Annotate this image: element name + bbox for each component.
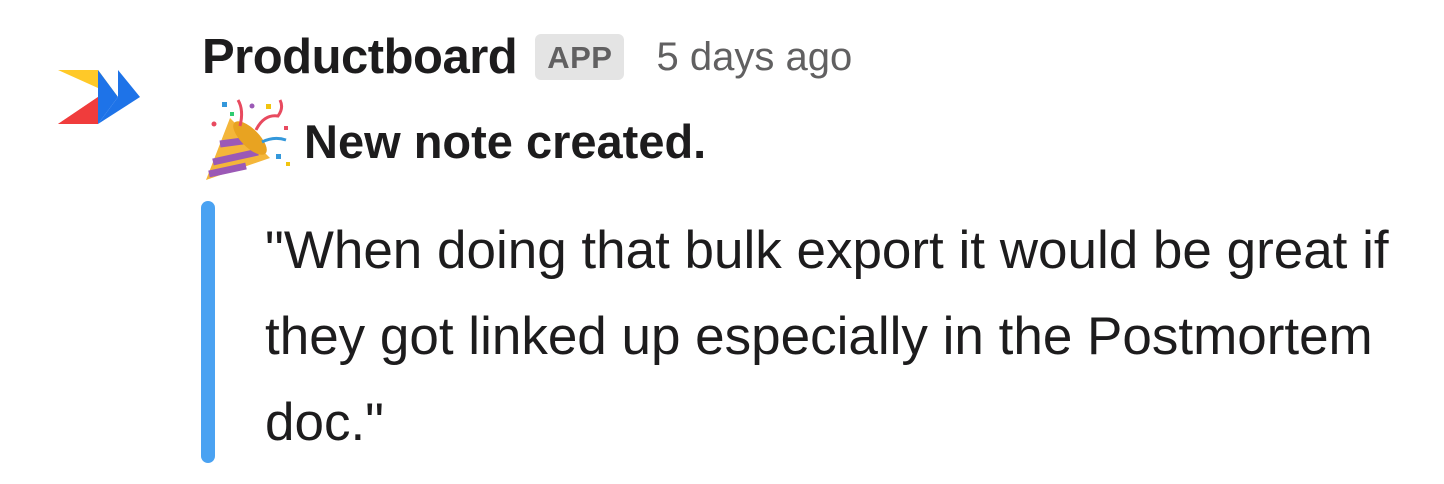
party-popper-icon (200, 96, 292, 186)
note-title: New note created. (304, 114, 707, 168)
app-badge: APP (535, 34, 625, 80)
productboard-logo-icon[interactable] (58, 68, 142, 126)
sender-name[interactable]: Productboard (202, 29, 518, 85)
note-quote: "When doing that bulk export it would be… (265, 221, 1389, 452)
message: Productboard APP 5 days ago New note cre… (0, 0, 1444, 484)
message-header: Productboard APP 5 days ago (202, 22, 852, 92)
quote-bar (201, 201, 215, 463)
message-timestamp[interactable]: 5 days ago (656, 35, 852, 80)
note-title-row: New note created. (200, 96, 706, 186)
